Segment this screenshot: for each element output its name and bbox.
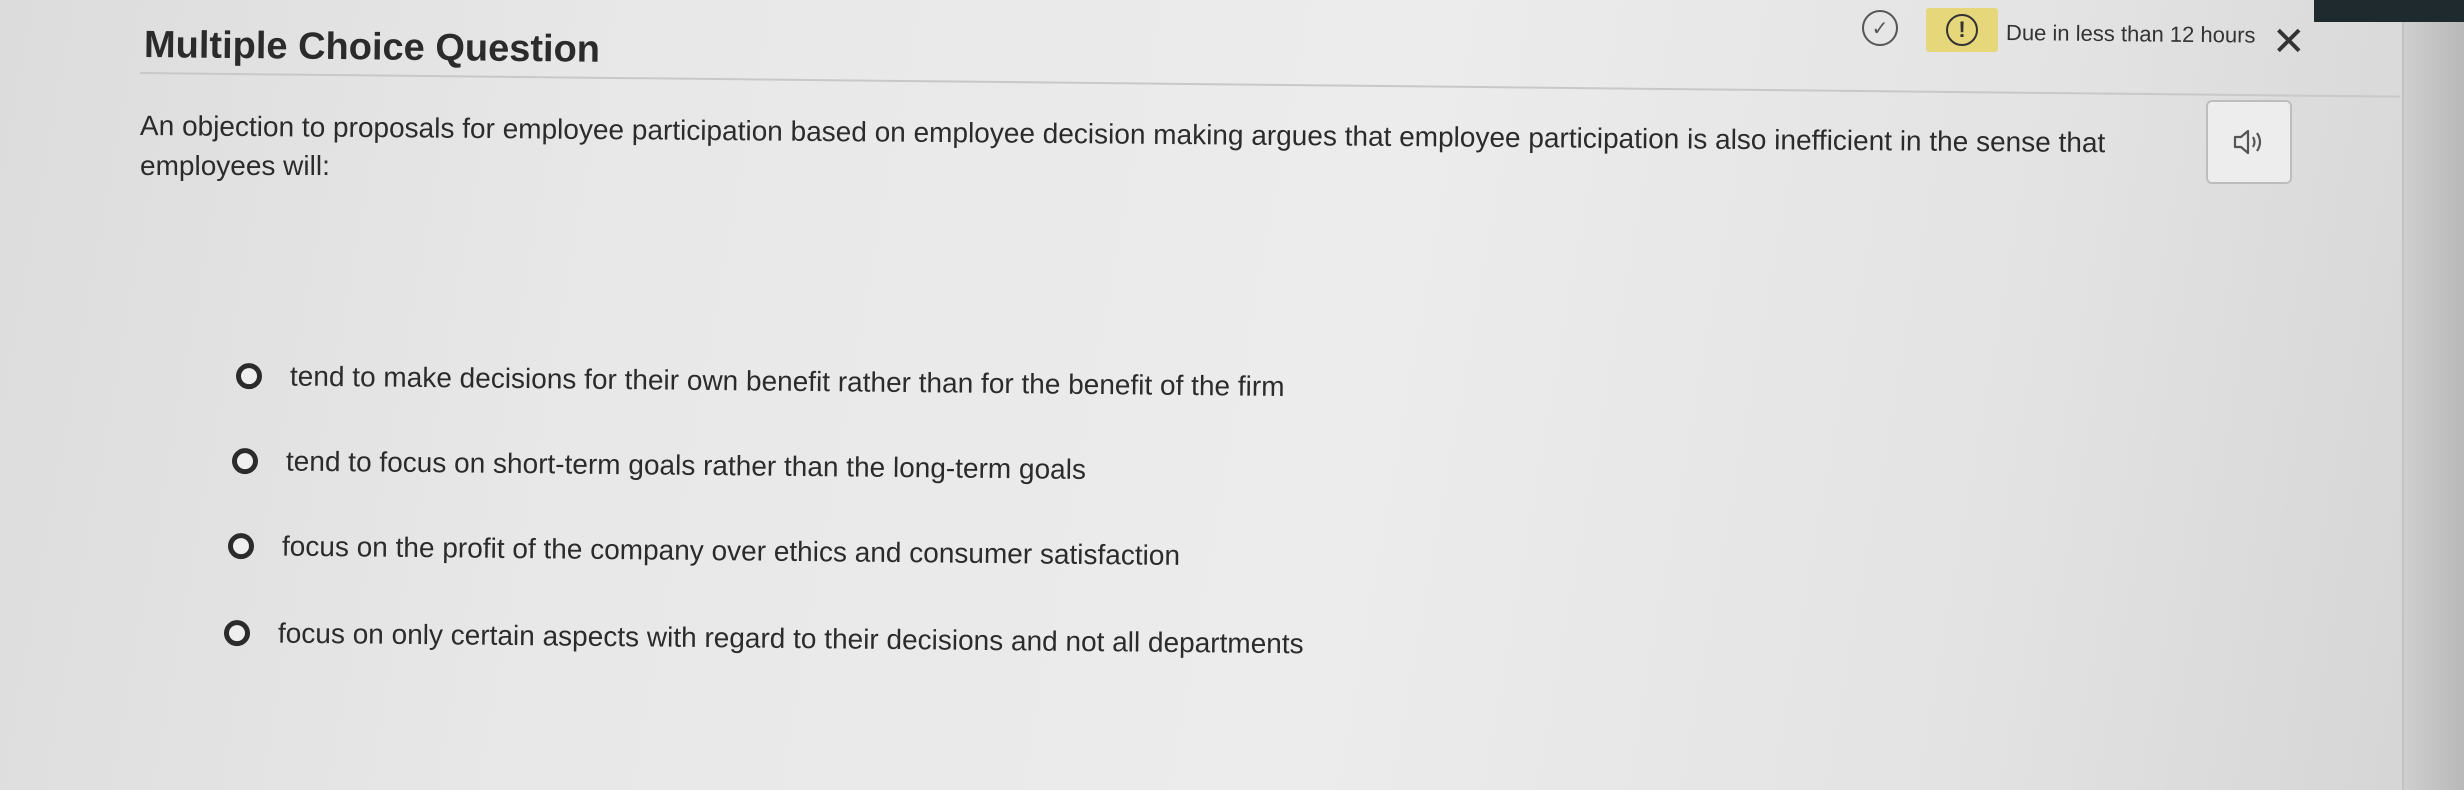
- header-divider: [139, 72, 2400, 98]
- check-circle-icon[interactable]: ✓: [1862, 10, 1898, 46]
- radio-button[interactable]: [223, 620, 251, 647]
- exclamation-circle-icon: !: [1946, 14, 1978, 46]
- option-label: focus on the profit of the company over …: [281, 530, 1181, 571]
- radio-button[interactable]: [235, 363, 263, 390]
- top-bar: [2314, 0, 2464, 22]
- option-label: tend to focus on short-term goals rather…: [285, 445, 1087, 485]
- radio-button[interactable]: [227, 533, 255, 560]
- question-text: An objection to proposals for employee p…: [140, 104, 2280, 188]
- close-icon[interactable]: ✕: [2272, 22, 2306, 62]
- screen-edge: [2402, 0, 2464, 790]
- due-status-text: Due in less than 12 hours: [2005, 20, 2256, 48]
- page-title: Multiple Choice Question: [143, 24, 601, 71]
- option-label: focus on only certain aspects with regar…: [277, 617, 1304, 660]
- option-label: tend to make decisions for their own ben…: [289, 360, 1285, 402]
- answer-option-4[interactable]: focus on only certain aspects with regar…: [223, 617, 1304, 660]
- answer-option-1[interactable]: tend to make decisions for their own ben…: [235, 360, 1285, 403]
- due-badge: !: [1926, 8, 1998, 52]
- answer-option-2[interactable]: tend to focus on short-term goals rather…: [231, 445, 1087, 486]
- page-background: Multiple Choice Question ✓ ! Due in less…: [0, 0, 2464, 790]
- radio-button[interactable]: [231, 448, 259, 475]
- answer-option-3[interactable]: focus on the profit of the company over …: [227, 530, 1181, 572]
